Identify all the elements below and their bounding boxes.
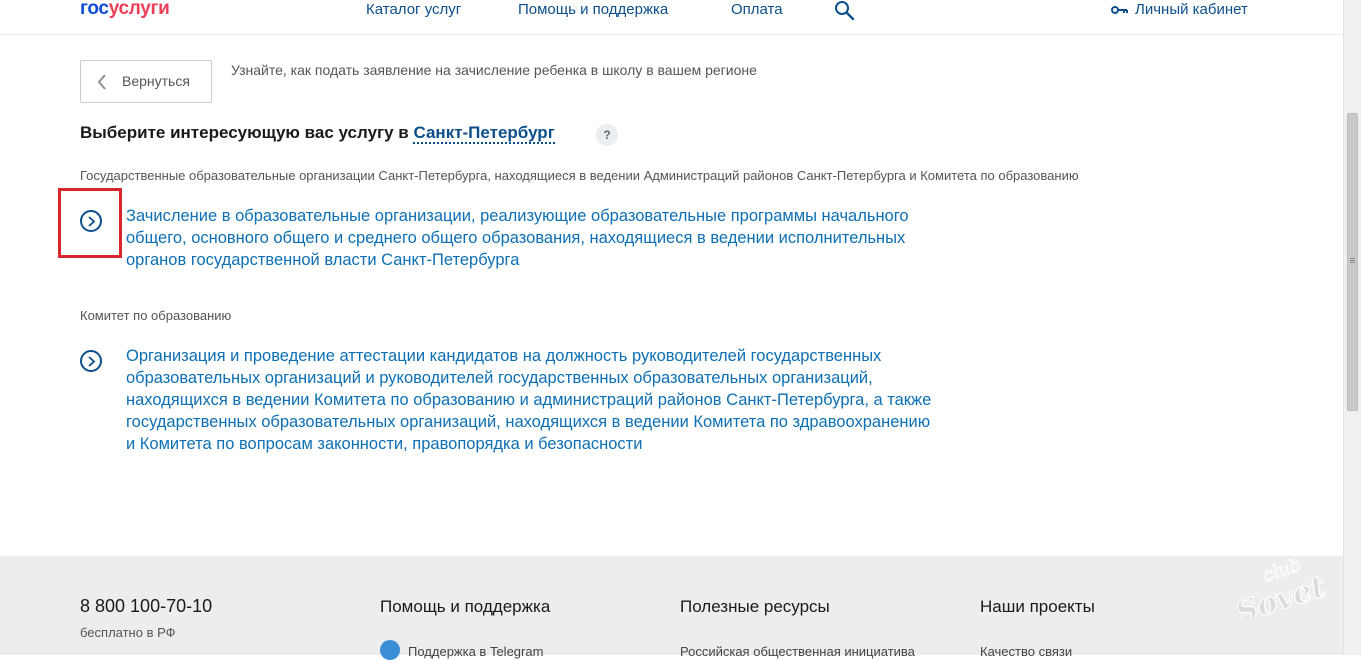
chevron-right-circle-icon[interactable]: [80, 350, 102, 372]
back-button-label: Вернуться: [122, 73, 190, 89]
nav-payment[interactable]: Оплата: [731, 1, 783, 18]
vertical-scrollbar[interactable]: [1343, 0, 1361, 655]
footer: 8 800 100-70-10 бесплатно в РФ Помощь и …: [0, 556, 1343, 660]
service-item-attestation[interactable]: Организация и проведение аттестации канд…: [80, 345, 1020, 455]
service-line: государственных образовательных организа…: [126, 413, 931, 431]
service-line: находящихся в ведении Комитета по образо…: [126, 391, 932, 409]
service-link-attestation[interactable]: Организация и проведение аттестации канд…: [126, 345, 1026, 455]
help-icon[interactable]: ?: [596, 124, 618, 146]
scrollbar-thumb[interactable]: [1347, 113, 1358, 411]
service-link-enrollment[interactable]: Зачисление в образовательные организации…: [126, 205, 1026, 271]
region-selector[interactable]: Санкт-Петербург: [413, 123, 555, 144]
search-icon[interactable]: [834, 0, 856, 21]
service-line: Организация и проведение аттестации канд…: [126, 347, 882, 365]
back-button[interactable]: Вернуться: [80, 60, 212, 103]
scrollbar-grip-icon: [1350, 258, 1355, 259]
nav-help[interactable]: Помощь и поддержка: [518, 1, 668, 18]
footer-heading-projects: Наши проекты: [980, 597, 1095, 616]
logo-part-uslugi: услуги: [108, 0, 170, 19]
footer-heading-resources: Полезные ресурсы: [680, 597, 830, 616]
footer-phone-note: бесплатно в РФ: [80, 625, 176, 640]
top-header: госуслуги Каталог услуг Помощь и поддерж…: [0, 0, 1343, 35]
service-line: общего, основного общего и среднего обще…: [126, 229, 906, 247]
section-label-municipal: Государственные образовательные организа…: [80, 168, 1079, 183]
footer-link-quality[interactable]: Качество связи: [980, 644, 1072, 659]
section-label-committee: Комитет по образованию: [80, 308, 232, 323]
footer-phone[interactable]: 8 800 100-70-10: [80, 596, 212, 617]
highlight-annotation-box: [58, 188, 122, 258]
clubsovet-watermark: club Sovet: [1231, 554, 1328, 618]
footer-link-telegram[interactable]: Поддержка в Telegram: [408, 644, 543, 659]
logo-part-gos: гос: [80, 0, 109, 19]
service-line: образовательных организаций и руководите…: [126, 369, 873, 387]
footer-link-roi[interactable]: Российская общественная инициатива: [680, 644, 915, 659]
service-line: Зачисление в образовательные организации…: [126, 207, 909, 225]
footer-heading-help: Помощь и поддержка: [380, 597, 551, 616]
key-icon: [1111, 6, 1128, 14]
nav-catalog[interactable]: Каталог услуг: [366, 1, 461, 18]
service-line: и Комитета по вопросам законности, право…: [126, 435, 643, 453]
page-title: Выберите интересующую вас услугу в Санкт…: [80, 123, 555, 144]
service-line: органов государственной власти Санкт-Пет…: [126, 251, 520, 269]
page-title-text: Выберите интересующую вас услугу в: [80, 123, 414, 142]
personal-cabinet-link[interactable]: Личный кабинет: [1111, 1, 1248, 18]
back-hint-text: Узнайте, как подать заявление на зачисле…: [231, 62, 757, 78]
personal-cabinet-label: Личный кабинет: [1135, 1, 1248, 18]
service-item-enrollment[interactable]: Зачисление в образовательные организации…: [80, 205, 1020, 271]
gosuslugi-logo[interactable]: госуслуги: [80, 0, 170, 20]
telegram-icon: [380, 640, 400, 660]
chevron-left-icon: [97, 74, 106, 90]
